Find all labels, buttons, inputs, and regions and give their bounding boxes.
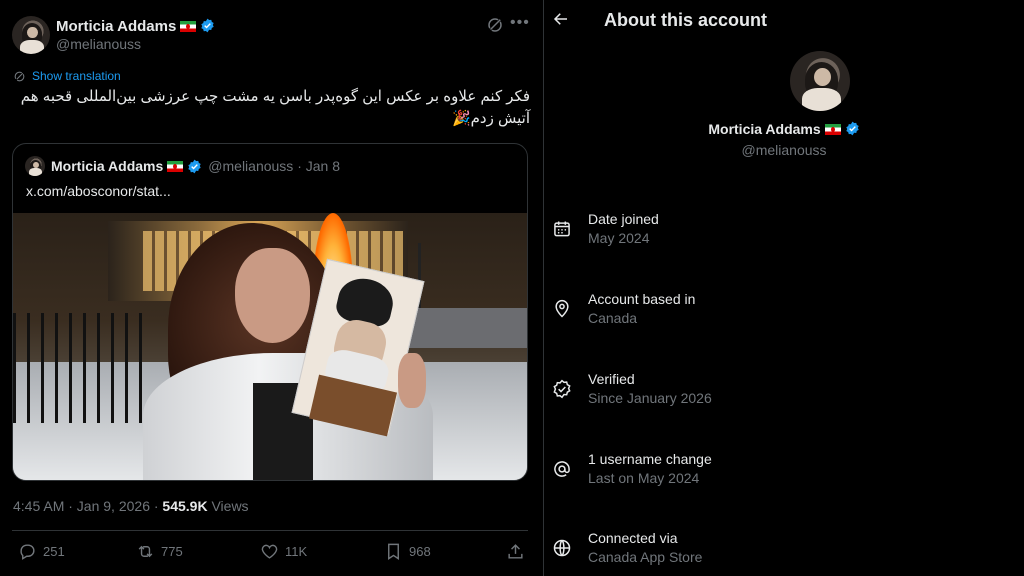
globe-icon [553,539,571,557]
info-value: Last on May 2024 [588,470,700,486]
verified-badge-icon [201,18,214,33]
tweet-timestamp-views: 4:45 AM · Jan 9, 2026 · 545.9K Views [13,498,249,514]
about-account-panel: About this account Morticia Addams @meli… [544,0,1024,576]
info-connected-via: Connected via Canada App Store [552,528,1012,572]
quoted-author-name: Morticia Addams [51,158,164,174]
at-sign-icon [554,461,570,477]
translate-icon [14,71,25,81]
reply-icon [20,544,35,560]
quoted-tweet-card[interactable]: Morticia Addams @melianouss · Jan 8 x.co… [12,143,528,481]
back-arrow-icon[interactable] [552,10,570,28]
repost-button[interactable]: 775 [136,542,183,561]
profile-name: Morticia Addams [708,121,821,137]
show-translation-label[interactable]: Show translation [32,69,121,83]
repost-icon [138,545,153,558]
views-label: Views [207,498,249,514]
location-pin-icon [555,299,569,318]
profile-avatar [790,51,850,111]
info-value: Canada App Store [588,549,703,565]
author-name[interactable]: Morticia Addams [56,18,176,35]
quoted-tweet-header: Morticia Addams @melianouss · Jan 8 [25,156,340,176]
quoted-author-avatar [25,156,45,176]
iran-flag-icon [167,160,184,172]
info-account-location: Account based in Canada [552,289,1012,333]
tweet-timestamp[interactable]: 4:45 AM · Jan 9, 2026 · [13,498,162,514]
info-username-changes: 1 username change Last on May 2024 [552,449,1012,493]
more-options-icon[interactable]: ••• [510,14,529,34]
info-value: Since January 2026 [588,390,712,406]
verified-badge-icon [845,121,859,136]
share-icon [508,544,523,559]
info-label: 1 username change [588,451,712,467]
profile-name-row: Morticia Addams [544,121,1024,137]
tweet-action-bar: 251 775 11K 968 [12,542,528,564]
iran-flag-icon [824,124,841,135]
author-name-row[interactable]: Morticia Addams [56,18,215,35]
info-label: Connected via [588,530,678,546]
reply-count: 251 [43,544,65,559]
quoted-tweet-link[interactable]: x.com/abosconor/stat... [26,183,171,199]
info-date-joined: Date joined May 2024 [552,209,1012,253]
like-count: 11K [285,544,308,559]
quoted-tweet-photo[interactable] [13,213,527,480]
bookmark-count: 968 [409,544,431,559]
about-title: About this account [604,10,767,30]
profile-handle: @melianouss [741,142,827,158]
tweet-text: فکر کنم علاوه بر عکس این گوه‌پدر باسن یه… [20,88,530,127]
grok-icon[interactable] [486,16,504,34]
calendar-icon [554,221,570,237]
quoted-author-handle-date: @melianouss · Jan 8 [208,158,340,174]
info-label: Date joined [588,211,659,227]
verified-badge-icon [553,379,571,399]
author-avatar[interactable] [12,16,50,54]
verified-badge-icon [188,159,201,173]
info-value: May 2024 [588,230,650,246]
views-count: 545.9K [162,498,208,514]
info-label: Account based in [588,291,696,307]
like-button[interactable]: 11K [260,542,307,561]
author-handle[interactable]: @melianouss [56,36,141,52]
bookmark-button[interactable]: 968 [384,542,431,561]
info-label: Verified [588,371,635,387]
heart-icon [261,544,278,559]
info-value: Canada [588,310,638,326]
bookmark-icon [388,543,399,560]
divider [12,530,528,531]
repost-count: 775 [161,544,183,559]
iran-flag-icon [180,21,197,32]
tweet-detail-pane: Morticia Addams @melianouss ••• Show tra… [0,0,543,576]
info-verified: Verified Since January 2026 [552,369,1012,413]
share-button[interactable] [506,542,525,561]
reply-button[interactable]: 251 [18,542,65,561]
show-translation-link[interactable]: Show translation [13,69,121,83]
